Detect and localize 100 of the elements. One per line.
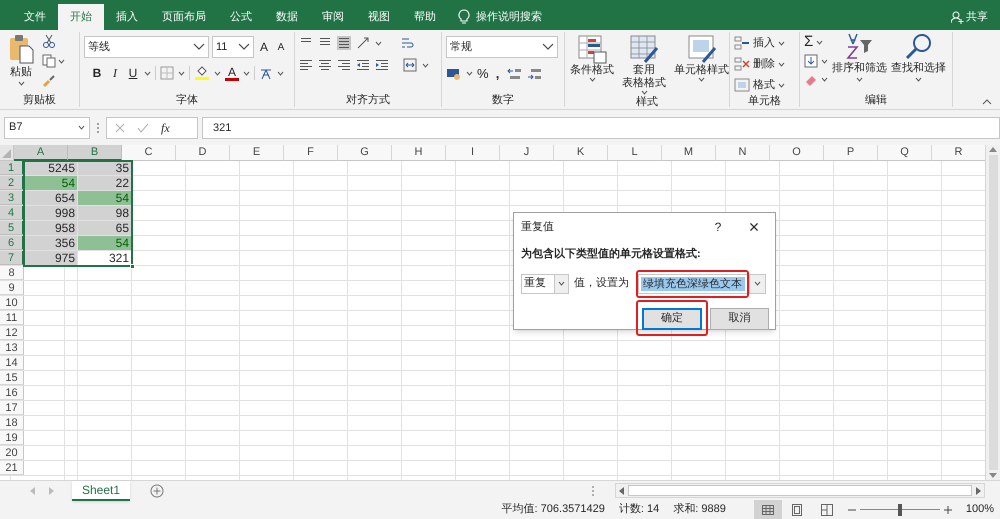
row-header[interactable]: 16 xyxy=(0,386,24,400)
check-icon[interactable] xyxy=(137,122,149,132)
ribbon-tab[interactable]: 页面布局 xyxy=(150,4,218,30)
scroll-up-icon[interactable] xyxy=(989,147,997,152)
caret-icon[interactable] xyxy=(214,70,221,76)
page-layout-icon[interactable] xyxy=(792,504,802,516)
row-header[interactable]: 2 xyxy=(0,176,24,190)
caret-icon[interactable] xyxy=(816,40,824,44)
ribbon-tab[interactable]: 开始 xyxy=(58,4,104,30)
number-format-dropdown[interactable]: 常规 xyxy=(446,36,558,58)
orientation-icon[interactable] xyxy=(356,36,370,50)
ribbon-tab[interactable]: 文件 xyxy=(12,4,58,30)
collapse-ribbon-icon[interactable] xyxy=(982,99,992,105)
row-header[interactable]: 18 xyxy=(0,416,24,430)
scroll-right-icon[interactable] xyxy=(976,486,982,494)
search-field[interactable]: 操作说明搜索 xyxy=(476,8,586,26)
merge-cells-icon[interactable] xyxy=(403,58,417,72)
caret-icon[interactable] xyxy=(558,281,565,286)
caret-icon[interactable] xyxy=(375,40,382,46)
row-header[interactable]: 12 xyxy=(0,326,24,340)
styles-button[interactable]: 单元格样式 xyxy=(673,34,730,95)
page-break-icon[interactable] xyxy=(820,504,833,516)
fill-handle[interactable] xyxy=(130,264,135,269)
align-center-icon[interactable] xyxy=(318,58,332,72)
ribbon-tab[interactable]: 公式 xyxy=(218,4,264,30)
copy-icon[interactable] xyxy=(42,54,56,68)
fill-bucket-icon[interactable] xyxy=(194,65,210,81)
column-header[interactable]: E xyxy=(230,145,284,161)
scissors-icon[interactable] xyxy=(42,34,56,48)
font-color-button[interactable]: A xyxy=(228,66,236,78)
row-header[interactable]: 1 xyxy=(0,161,24,175)
font-size-dropdown[interactable]: 11 xyxy=(212,36,254,58)
zoom-level[interactable]: 100% xyxy=(966,501,994,518)
row-header[interactable]: 11 xyxy=(0,311,24,325)
chevron-icon[interactable] xyxy=(238,43,250,51)
increase-decimal-icon[interactable] xyxy=(506,66,523,81)
row-header[interactable]: 6 xyxy=(0,236,24,250)
comma-button[interactable]: , xyxy=(492,64,503,84)
normal-view-button[interactable] xyxy=(754,500,782,519)
chevron-icon[interactable] xyxy=(193,43,205,51)
caret-icon[interactable] xyxy=(821,76,828,82)
styles-button[interactable]: 套用 表格格式 xyxy=(621,34,667,95)
column-header[interactable]: A xyxy=(14,145,68,161)
grow-font-button[interactable]: A xyxy=(257,38,271,56)
caret-icon[interactable] xyxy=(422,62,429,68)
zoom-in-icon[interactable] xyxy=(944,506,952,514)
help-button[interactable]: ? xyxy=(710,218,726,236)
column-header[interactable]: F xyxy=(284,145,338,161)
align-left-icon[interactable] xyxy=(299,58,313,72)
column-header[interactable]: H xyxy=(392,145,446,161)
column-header[interactable]: K xyxy=(554,145,608,161)
column-header[interactable]: J xyxy=(500,145,554,161)
column-header[interactable]: N xyxy=(716,145,770,161)
ok-button[interactable]: 确定 xyxy=(642,308,702,330)
name-box[interactable]: B7 xyxy=(4,116,90,138)
row-header[interactable]: 10 xyxy=(0,296,24,310)
more-options-icon[interactable] xyxy=(591,484,596,496)
caret-icon[interactable] xyxy=(640,90,648,95)
insert-function-button[interactable]: fx xyxy=(161,118,170,136)
caret-icon[interactable] xyxy=(778,40,785,46)
wrap-text-icon[interactable] xyxy=(400,36,414,50)
caret-icon[interactable] xyxy=(144,70,151,76)
percent-button[interactable]: % xyxy=(477,64,489,84)
ribbon-tab[interactable]: 帮助 xyxy=(402,4,448,30)
column-header[interactable]: O xyxy=(770,145,824,161)
align-right-icon[interactable] xyxy=(337,58,351,72)
editing-button[interactable]: 排序和筛选 xyxy=(832,32,887,93)
column-header[interactable]: D xyxy=(176,145,230,161)
align-bottom-icon[interactable] xyxy=(337,36,351,50)
font-name-dropdown[interactable]: 等线 xyxy=(84,36,209,58)
autosum-button[interactable]: Σ xyxy=(804,34,814,50)
column-header[interactable]: G xyxy=(338,145,392,161)
column-header[interactable]: L xyxy=(608,145,662,161)
row-header[interactable]: 5 xyxy=(0,221,24,235)
column-header[interactable]: R xyxy=(932,145,985,161)
shrink-font-button[interactable]: A xyxy=(274,40,288,54)
vertical-scrollbar[interactable] xyxy=(985,145,1000,480)
currency-icon[interactable] xyxy=(446,66,462,81)
row-header[interactable]: 20 xyxy=(0,446,24,460)
column-header[interactable]: P xyxy=(824,145,878,161)
close-button[interactable]: × xyxy=(746,218,762,236)
row-header[interactable]: 14 xyxy=(0,356,24,370)
row-header[interactable]: 17 xyxy=(0,401,24,415)
decrease-indent-icon[interactable] xyxy=(356,58,370,72)
column-header[interactable]: I xyxy=(446,145,500,161)
paintbrush-icon[interactable] xyxy=(42,74,56,88)
caret-icon[interactable] xyxy=(698,77,705,82)
row-header[interactable]: 3 xyxy=(0,191,24,205)
horizontal-scrollbar[interactable] xyxy=(615,483,986,498)
caret-icon[interactable] xyxy=(778,62,785,66)
ribbon-tab[interactable]: 插入 xyxy=(104,4,150,30)
fill-down-icon[interactable] xyxy=(804,54,818,68)
row-header[interactable]: 21 xyxy=(0,461,24,475)
row-header[interactable]: 15 xyxy=(0,371,24,385)
caret-icon[interactable] xyxy=(277,70,284,76)
cells-menu-button[interactable]: 格式 xyxy=(734,76,785,94)
column-header[interactable]: B xyxy=(68,145,122,161)
caret-icon[interactable] xyxy=(778,82,785,88)
formula-input[interactable]: 321 xyxy=(202,116,1000,138)
increase-indent-icon[interactable] xyxy=(375,58,389,72)
